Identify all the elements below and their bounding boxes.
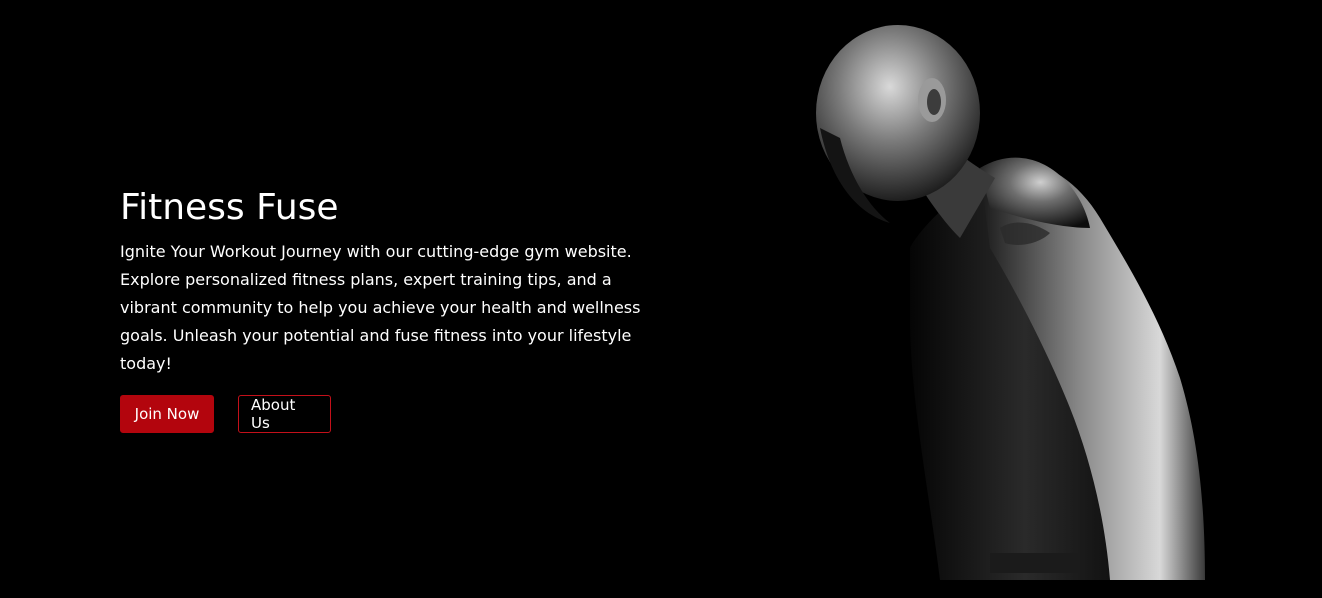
hero-description: Ignite Your Workout Journey with our cut… (120, 242, 641, 373)
athlete-photo (810, 18, 1240, 580)
about-us-button[interactable]: About Us (238, 395, 331, 433)
hero-title: Fitness Fuse (120, 187, 339, 228)
hero-content: Fitness Fuse Ignite Your Workout Journey… (120, 186, 660, 433)
hero-section: Fitness Fuse Ignite Your Workout Journey… (0, 0, 1322, 598)
join-now-button[interactable]: Join Now (120, 395, 214, 433)
hero-actions: Join Now About Us (120, 395, 660, 433)
